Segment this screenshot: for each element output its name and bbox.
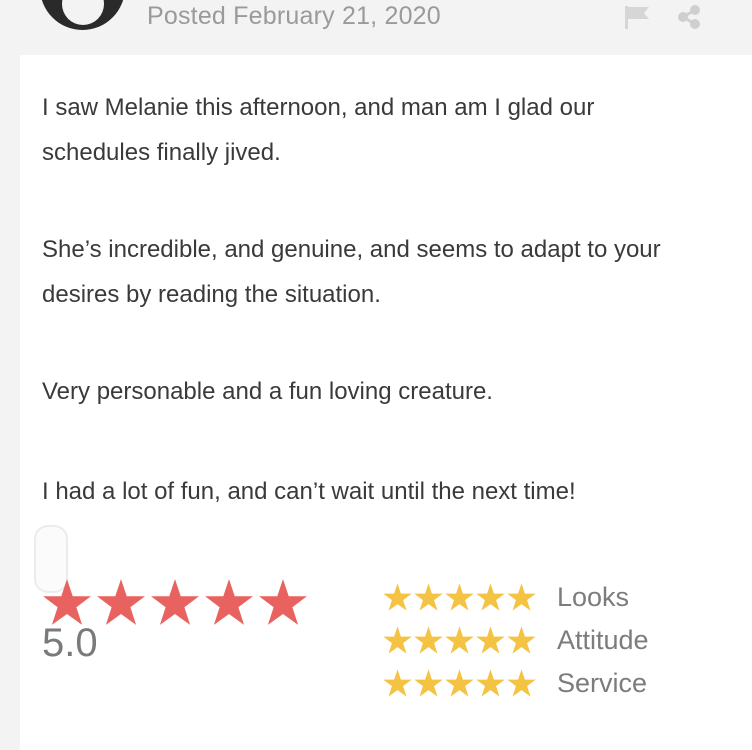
star-icon xyxy=(43,579,91,625)
star-icon xyxy=(507,669,536,697)
star-icon xyxy=(383,669,412,697)
category-rating-looks: Looks xyxy=(382,579,629,615)
star-icon xyxy=(205,579,253,625)
star-icon xyxy=(259,579,307,625)
star-icon xyxy=(414,583,443,611)
category-stars xyxy=(382,582,538,612)
star-icon xyxy=(414,669,443,697)
star-icon xyxy=(445,669,474,697)
star-icon xyxy=(414,626,443,654)
posted-date: Posted February 21, 2020 xyxy=(147,2,441,30)
star-icon xyxy=(151,579,199,625)
review-header: Posted February 21, 2020 xyxy=(0,0,752,50)
star-icon xyxy=(383,583,412,611)
star-icon xyxy=(476,583,505,611)
review-paragraph: I saw Melanie this afternoon, and man am… xyxy=(42,94,595,166)
category-label: Looks xyxy=(557,581,630,612)
avatar[interactable] xyxy=(40,0,125,30)
star-icon xyxy=(507,583,536,611)
overall-star-rating xyxy=(40,577,310,627)
star-icon xyxy=(445,583,474,611)
category-stars xyxy=(382,668,538,698)
category-rating-attitude: Attitude xyxy=(382,622,649,658)
overall-score: 5.0 xyxy=(42,621,98,665)
star-icon xyxy=(507,626,536,654)
category-label: Attitude xyxy=(557,624,649,655)
category-rating-service: Service xyxy=(382,665,647,701)
star-icon xyxy=(476,626,505,654)
star-icon xyxy=(97,579,145,625)
review-card: I saw Melanie this afternoon, and man am… xyxy=(20,55,752,750)
category-stars xyxy=(382,625,538,655)
star-icon xyxy=(383,626,412,654)
category-label: Service xyxy=(557,667,648,698)
star-icon xyxy=(476,669,505,697)
review-paragraph: She’s incredible, and genuine, and seems… xyxy=(42,236,661,308)
share-icon[interactable] xyxy=(676,4,702,30)
review-paragraph: I had a lot of fun, and can’t wait until… xyxy=(42,478,576,505)
review-paragraph: Very personable and a fun loving creatur… xyxy=(42,378,493,405)
avatar-face xyxy=(62,0,104,25)
star-icon xyxy=(445,626,474,654)
flag-icon[interactable] xyxy=(622,4,652,30)
